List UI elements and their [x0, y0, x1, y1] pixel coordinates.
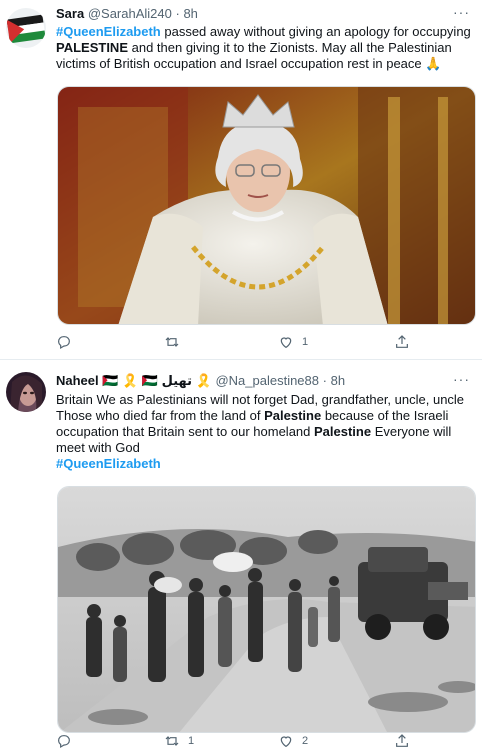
more-icon[interactable]: ··· — [453, 371, 470, 387]
share-button[interactable] — [394, 334, 410, 350]
text-bold: PALESTINE — [56, 40, 128, 55]
hashtag-link[interactable]: #QueenElizabeth — [56, 456, 161, 471]
retweet-button[interactable]: 1 — [164, 733, 194, 749]
reply-button[interactable] — [56, 733, 80, 749]
like-count: 1 — [302, 336, 309, 348]
more-icon[interactable]: ··· — [453, 4, 470, 20]
like-icon — [280, 736, 292, 748]
like-count: 2 — [302, 735, 309, 747]
text-bold: Palestine — [314, 424, 372, 439]
retweet-icon — [165, 736, 179, 746]
display-name[interactable]: Naheel 🇵🇸 🎗️ 🇵🇸 تهيل 🎗️ — [56, 373, 212, 388]
user-handle[interactable]: @Na_palestine88 — [215, 373, 319, 388]
reply-icon — [58, 336, 70, 350]
text-bold: Palestine — [264, 408, 322, 423]
tweet-actions: 1 2 — [56, 733, 416, 751]
tweet[interactable]: Naheel 🇵🇸 🎗️ 🇵🇸 تهيل 🎗️ @Na_palestine88 … — [0, 361, 482, 752]
tweet-header: Sara @SarahAli240 · 8h — [56, 6, 198, 22]
tweet[interactable]: Sara @SarahAli240 · 8h ··· #QueenElizabe… — [0, 0, 482, 360]
like-button[interactable]: 1 — [278, 334, 308, 350]
flag-avatar-image — [6, 8, 46, 48]
retweet-icon — [165, 337, 179, 347]
tweet-text: #QueenElizabeth passed away without givi… — [56, 24, 474, 72]
retweet-button[interactable] — [164, 334, 188, 350]
profile-photo-image — [6, 372, 46, 412]
display-name[interactable]: Sara — [56, 6, 84, 21]
avatar[interactable] — [6, 372, 46, 412]
separator-dot: · — [175, 6, 180, 21]
tweet-header: Naheel 🇵🇸 🎗️ 🇵🇸 تهيل 🎗️ @Na_palestine88 … — [56, 373, 345, 389]
avatar[interactable] — [6, 8, 46, 48]
queen-portrait-image — [58, 87, 475, 324]
share-icon — [396, 734, 408, 747]
tweet-photo[interactable] — [57, 86, 476, 325]
reply-button[interactable] — [56, 334, 80, 350]
like-button[interactable]: 2 — [278, 733, 308, 749]
tweet-photo[interactable] — [57, 486, 476, 733]
refugees-photo-image — [58, 487, 475, 732]
tweet-text: Britain We as Palestinians will not forg… — [56, 392, 474, 472]
retweet-count: 1 — [188, 735, 195, 747]
user-handle[interactable]: @SarahAli240 — [88, 6, 172, 21]
like-icon — [280, 337, 292, 349]
text-segment: passed away without giving an apology fo… — [160, 24, 471, 39]
timestamp[interactable]: 8h — [331, 373, 345, 388]
hashtag-link[interactable]: #QueenElizabeth — [56, 24, 161, 39]
reply-icon — [58, 735, 70, 749]
timestamp[interactable]: 8h — [183, 6, 197, 21]
share-button[interactable] — [394, 733, 410, 749]
tweet-actions: 1 — [56, 334, 416, 352]
share-icon — [396, 335, 408, 348]
separator-dot: · — [322, 373, 327, 388]
